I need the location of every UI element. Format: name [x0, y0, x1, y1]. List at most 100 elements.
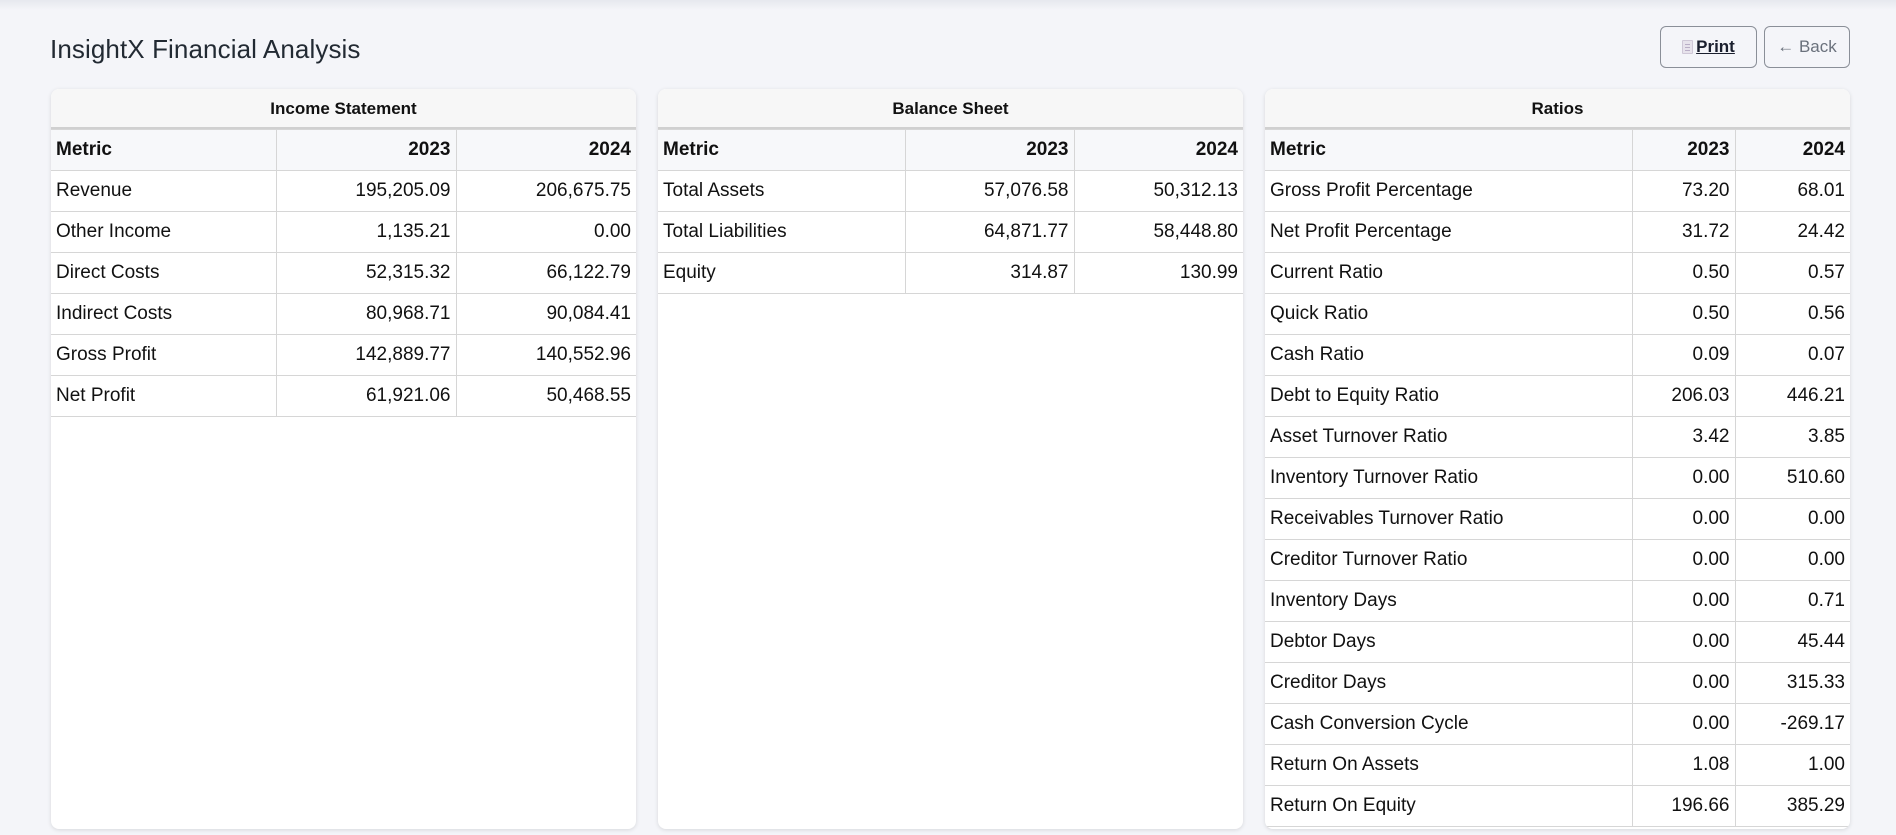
value-2023-cell: 0.50	[1631, 252, 1736, 294]
table-row: Current Ratio 0.50 0.57	[1265, 252, 1850, 294]
column-header-2023: 2023	[1631, 129, 1736, 171]
table-row: Total Assets 57,076.58 50,312.13	[658, 170, 1243, 212]
value-2023-cell: 61,921.06	[275, 375, 457, 417]
metric-name-cell: Return On Equity	[1265, 785, 1633, 827]
metric-name-cell: Net Profit	[51, 375, 277, 417]
value-2024-cell: 45.44	[1734, 621, 1850, 663]
metric-name-cell: Revenue	[51, 170, 277, 212]
value-2024-cell: 68.01	[1734, 170, 1850, 212]
value-2024-cell: -269.17	[1734, 703, 1850, 745]
value-2023-cell: 73.20	[1631, 170, 1736, 212]
metric-name-cell: Debtor Days	[1265, 621, 1633, 663]
value-2023-cell: 57,076.58	[904, 170, 1075, 212]
value-2024-cell: 1.00	[1734, 744, 1850, 786]
value-2023-cell: 0.00	[1631, 703, 1736, 745]
metric-name-cell: Cash Conversion Cycle	[1265, 703, 1633, 745]
value-2023-cell: 52,315.32	[275, 252, 457, 294]
table-row: Revenue 195,205.09 206,675.75	[51, 170, 636, 212]
value-2023-cell: 31.72	[1631, 211, 1736, 253]
ratios-table: Metric 2023 2024 Gross Profit Percentage…	[1265, 129, 1850, 827]
document-icon	[1682, 40, 1694, 54]
table-row: Creditor Turnover Ratio 0.00 0.00	[1265, 539, 1850, 581]
column-header-2024: 2024	[1734, 129, 1850, 171]
ratios-title: Ratios	[1265, 89, 1850, 129]
value-2023-cell: 0.00	[1631, 498, 1736, 540]
back-button[interactable]: ← Back	[1764, 26, 1850, 68]
value-2023-cell: 1.08	[1631, 744, 1736, 786]
metric-name-cell: Creditor Turnover Ratio	[1265, 539, 1633, 581]
table-row: Quick Ratio 0.50 0.56	[1265, 293, 1850, 335]
value-2024-cell: 0.00	[455, 211, 636, 253]
page-header: InsightX Financial Analysis Print ← Back	[50, 26, 1850, 70]
metric-name-cell: Cash Ratio	[1265, 334, 1633, 376]
metric-name-cell: Equity	[658, 252, 906, 294]
value-2023-cell: 80,968.71	[275, 293, 457, 335]
column-header-2024: 2024	[1073, 129, 1243, 171]
income-statement-table: Metric 2023 2024 Revenue 195,205.09 206,67…	[51, 129, 636, 417]
value-2024-cell: 0.00	[1734, 498, 1850, 540]
column-header-2023: 2023	[904, 129, 1075, 171]
table-row: Gross Profit Percentage 73.20 68.01	[1265, 170, 1850, 212]
table-row: Gross Profit 142,889.77 140,552.96	[51, 334, 636, 376]
metric-name-cell: Current Ratio	[1265, 252, 1633, 294]
table-row: Net Profit Percentage 31.72 24.42	[1265, 211, 1850, 253]
metric-name-cell: Receivables Turnover Ratio	[1265, 498, 1633, 540]
value-2024-cell: 3.85	[1734, 416, 1850, 458]
column-header-2024: 2024	[455, 129, 636, 171]
value-2024-cell: 66,122.79	[455, 252, 636, 294]
table-row: Direct Costs 52,315.32 66,122.79	[51, 252, 636, 294]
metric-name-cell: Return On Assets	[1265, 744, 1633, 786]
column-header-2023: 2023	[275, 129, 457, 171]
value-2023-cell: 314.87	[904, 252, 1075, 294]
print-button[interactable]: Print	[1660, 26, 1757, 68]
value-2024-cell: 50,468.55	[455, 375, 636, 417]
table-row: Net Profit 61,921.06 50,468.55	[51, 375, 636, 417]
value-2024-cell: 206,675.75	[455, 170, 636, 212]
metric-name-cell: Creditor Days	[1265, 662, 1633, 704]
value-2024-cell: 0.57	[1734, 252, 1850, 294]
balance-sheet-panel: Balance Sheet Metric 2023 2024 Total Ass…	[658, 89, 1243, 829]
print-button-label: Print	[1696, 37, 1735, 56]
metric-name-cell: Direct Costs	[51, 252, 277, 294]
table-row: Receivables Turnover Ratio 0.00 0.00	[1265, 498, 1850, 540]
value-2024-cell: 315.33	[1734, 662, 1850, 704]
value-2024-cell: 24.42	[1734, 211, 1850, 253]
value-2024-cell: 0.71	[1734, 580, 1850, 622]
metric-name-cell: Net Profit Percentage	[1265, 211, 1633, 253]
table-row: Return On Assets 1.08 1.00	[1265, 744, 1850, 786]
value-2024-cell: 130.99	[1073, 252, 1243, 294]
table-row: Asset Turnover Ratio 3.42 3.85	[1265, 416, 1850, 458]
metric-name-cell: Gross Profit Percentage	[1265, 170, 1633, 212]
table-row: Cash Ratio 0.09 0.07	[1265, 334, 1850, 376]
table-header-row: Metric 2023 2024	[658, 129, 1243, 171]
value-2024-cell: 140,552.96	[455, 334, 636, 376]
table-row: Return On Equity 196.66 385.29	[1265, 785, 1850, 827]
metric-name-cell: Debt to Equity Ratio	[1265, 375, 1633, 417]
value-2023-cell: 0.00	[1631, 457, 1736, 499]
value-2023-cell: 64,871.77	[904, 211, 1075, 253]
balance-sheet-table: Metric 2023 2024 Total Assets 57,076.58 50…	[658, 129, 1243, 294]
income-statement-panel: Income Statement Metric 2023 2024 Revenu…	[51, 89, 636, 829]
value-2023-cell: 0.00	[1631, 621, 1736, 663]
value-2023-cell: 196.66	[1631, 785, 1736, 827]
metric-name-cell: Gross Profit	[51, 334, 277, 376]
table-row: Inventory Days 0.00 0.71	[1265, 580, 1850, 622]
value-2024-cell: 0.07	[1734, 334, 1850, 376]
value-2023-cell: 0.09	[1631, 334, 1736, 376]
income-statement-title: Income Statement	[51, 89, 636, 129]
table-row: Equity 314.87 130.99	[658, 252, 1243, 294]
table-row: Other Income 1,135.21 0.00	[51, 211, 636, 253]
metric-name-cell: Other Income	[51, 211, 277, 253]
column-header-metric: Metric	[658, 129, 906, 171]
table-row: Debt to Equity Ratio 206.03 446.21	[1265, 375, 1850, 417]
table-header-row: Metric 2023 2024	[51, 129, 636, 171]
value-2023-cell: 206.03	[1631, 375, 1736, 417]
table-row: Creditor Days 0.00 315.33	[1265, 662, 1850, 704]
metric-name-cell: Asset Turnover Ratio	[1265, 416, 1633, 458]
metric-name-cell: Total Assets	[658, 170, 906, 212]
value-2024-cell: 510.60	[1734, 457, 1850, 499]
table-row: Total Liabilities 64,871.77 58,448.80	[658, 211, 1243, 253]
metric-name-cell: Quick Ratio	[1265, 293, 1633, 335]
table-row: Cash Conversion Cycle 0.00 -269.17	[1265, 703, 1850, 745]
table-row: Indirect Costs 80,968.71 90,084.41	[51, 293, 636, 335]
